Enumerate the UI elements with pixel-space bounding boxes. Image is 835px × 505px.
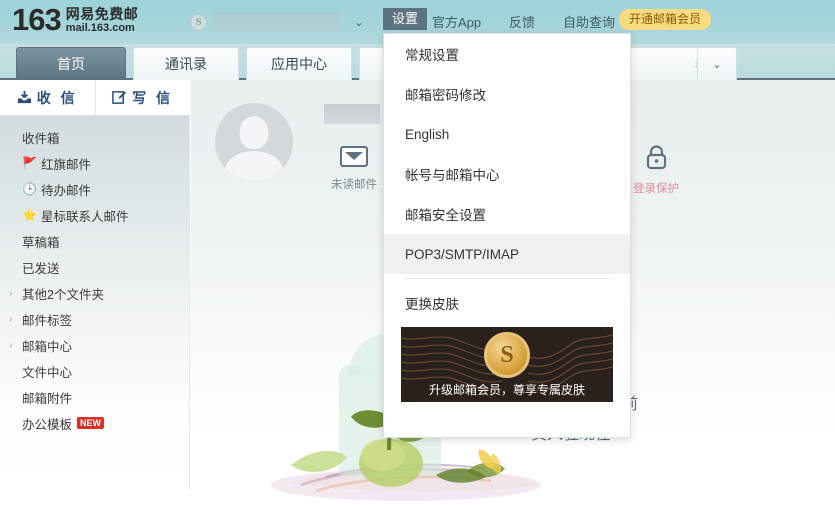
logo-text-en: mail.163.com: [65, 22, 135, 34]
receive-mail-label: 收 信: [36, 89, 78, 106]
unread-mail-stat[interactable]: 未读邮件: [319, 146, 389, 192]
sidebar-item-attachments[interactable]: 邮箱附件: [0, 384, 190, 410]
account-select-masked[interactable]: [211, 12, 341, 32]
sidebar-item-flagged[interactable]: 🚩 红旗邮件: [0, 150, 190, 176]
sidebar-item-label: 草稿箱: [22, 235, 60, 250]
login-protection-label: 登录保护: [633, 183, 679, 195]
sidebar-item-label: 待办邮件: [41, 183, 92, 198]
red-flag-icon: 🚩: [22, 156, 37, 170]
sidebar: 收 信 写 信 收件箱 🚩 红旗邮件 🕒 待办邮件 ⭐ 星标联系人邮件 草稿箱 …: [0, 80, 190, 490]
account-name-masked: [324, 104, 380, 124]
receive-mail-button[interactable]: 收 信: [0, 80, 96, 115]
tab-apps[interactable]: 应用中心: [246, 47, 352, 80]
clock-icon: 🕒: [22, 182, 37, 196]
new-badge: NEW: [77, 417, 105, 429]
login-protection-stat[interactable]: 登录保护: [621, 144, 691, 196]
sidebar-nav: 收件箱 🚩 红旗邮件 🕒 待办邮件 ⭐ 星标联系人邮件 草稿箱 已发送 › 其他…: [0, 124, 190, 436]
sidebar-item-mail-tags[interactable]: › 邮件标签: [0, 306, 190, 332]
envelope-icon: [340, 146, 368, 167]
chevron-down-icon[interactable]: ⌄: [354, 16, 364, 28]
compose-mail-label: 写 信: [132, 89, 174, 106]
sidebar-item-inbox[interactable]: 收件箱: [0, 124, 190, 150]
header-self-query-link[interactable]: 自助查询: [563, 12, 615, 31]
avatar[interactable]: [215, 103, 293, 181]
vip-skin-banner[interactable]: S 升级邮箱会员，尊享专属皮肤: [401, 327, 613, 402]
sidebar-item-drafts[interactable]: 草稿箱: [0, 228, 190, 254]
sidebar-item-label: 邮箱附件: [22, 391, 73, 406]
tab-home[interactable]: 首页: [16, 47, 126, 80]
menu-divider: [405, 278, 609, 279]
pencil-compose-icon: [112, 91, 127, 104]
sidebar-item-label: 文件中心: [22, 365, 73, 380]
sidebar-item-other-folders[interactable]: › 其他2个文件夹: [0, 280, 190, 306]
logo-wordmark: 网易免费邮 mail.163.com: [66, 7, 139, 37]
sidebar-item-file-center[interactable]: 文件中心: [0, 358, 190, 384]
menu-item-general-settings[interactable]: 常规设置: [384, 34, 630, 74]
tab-contacts[interactable]: 通讯录: [133, 47, 239, 80]
brand-logo[interactable]: 163 网易免费邮 mail.163.com: [12, 3, 138, 37]
menu-item-mail-security[interactable]: 邮箱安全设置: [384, 194, 630, 234]
settings-dropdown-menu: 常规设置 邮箱密码修改 English 帐号与邮箱中心 邮箱安全设置 POP3/…: [383, 33, 631, 438]
lock-icon: [646, 145, 666, 170]
chevron-right-icon: ›: [9, 287, 13, 299]
sidebar-action-bar: 收 信 写 信: [0, 80, 190, 116]
sidebar-item-label: 办公模板: [22, 417, 73, 432]
compose-mail-button[interactable]: 写 信: [96, 80, 191, 115]
star-icon: ⭐: [22, 208, 37, 222]
header-vip-button[interactable]: 开通邮箱会员: [619, 9, 712, 31]
avatar-head-shape: [239, 116, 269, 149]
sidebar-item-mail-center[interactable]: › 邮箱中心: [0, 332, 190, 358]
sidebar-item-label: 邮箱中心: [22, 339, 73, 354]
banner-caption: 升级邮箱会员，尊享专属皮肤: [428, 383, 585, 397]
inbox-download-icon: [17, 90, 31, 104]
sidebar-item-starred-contacts[interactable]: ⭐ 星标联系人邮件: [0, 202, 190, 228]
header-settings-button[interactable]: 设置: [383, 8, 428, 30]
sidebar-item-label: 收件箱: [22, 131, 60, 146]
sidebar-item-label: 其他2个文件夹: [22, 287, 104, 302]
logo-text-cn: 网易免费邮: [65, 6, 139, 22]
menu-item-account-center[interactable]: 帐号与邮箱中心: [384, 154, 630, 194]
avatar-body-shape: [225, 151, 283, 181]
coin-icon: S: [190, 13, 207, 31]
sidebar-item-label: 已发送: [22, 261, 60, 276]
menu-item-english[interactable]: English: [384, 114, 630, 154]
sidebar-item-sent[interactable]: 已发送: [0, 254, 190, 280]
logo-number: 163: [12, 2, 62, 37]
sidebar-item-todo[interactable]: 🕒 待办邮件: [0, 176, 190, 202]
header-search-area: S ⌄: [190, 11, 364, 33]
chevron-right-icon: ›: [9, 339, 13, 351]
menu-item-pop3-smtp-imap[interactable]: POP3/SMTP/IMAP: [384, 234, 630, 274]
menu-item-change-skin[interactable]: 更换皮肤: [384, 283, 630, 323]
sidebar-item-office-templates[interactable]: 办公模板 NEW: [0, 410, 190, 436]
header-app-link[interactable]: 官方App: [432, 12, 481, 31]
gold-coin-icon: S: [484, 332, 530, 378]
sidebar-item-label: 星标联系人邮件: [41, 209, 129, 224]
menu-item-change-password[interactable]: 邮箱密码修改: [384, 74, 630, 114]
unread-mail-label: 未读邮件: [331, 179, 377, 191]
header-feedback-link[interactable]: 反馈: [509, 12, 535, 31]
sidebar-item-label: 邮件标签: [22, 313, 73, 328]
chevron-right-icon: ›: [9, 313, 13, 325]
sidebar-item-label: 红旗邮件: [41, 157, 92, 172]
tab-overflow-button[interactable]: ⌄: [697, 47, 737, 80]
